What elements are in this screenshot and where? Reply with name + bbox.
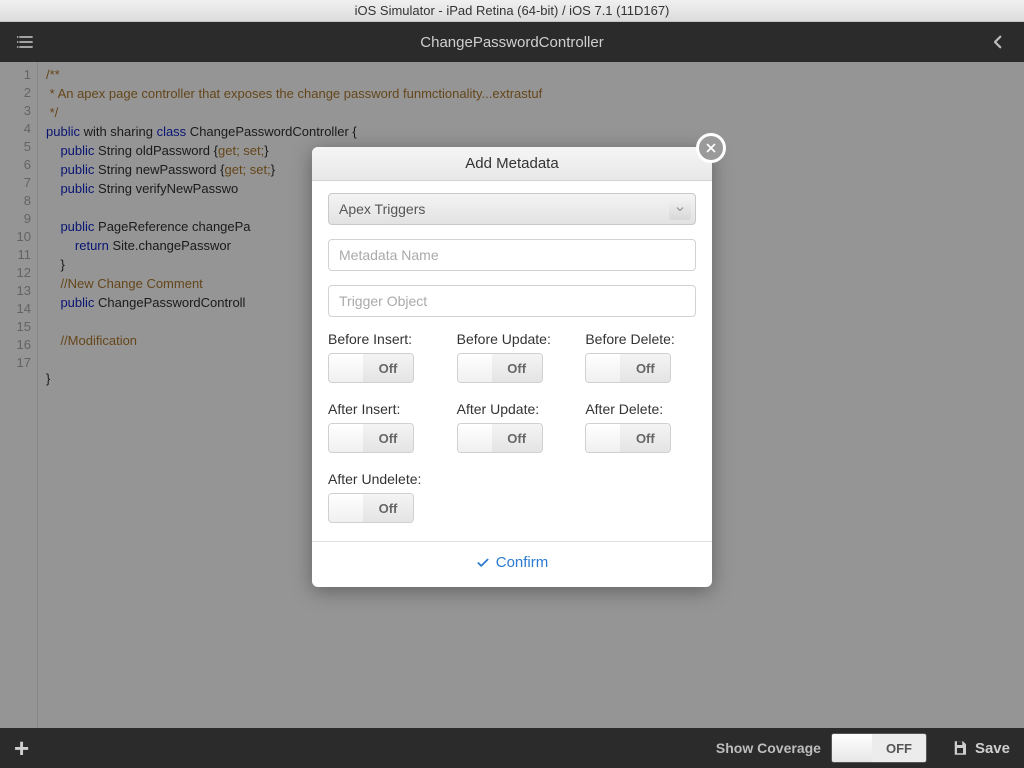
- save-button[interactable]: Save: [951, 739, 1010, 757]
- toggle-state: Off: [620, 354, 670, 382]
- confirm-label: Confirm: [496, 554, 549, 571]
- add-button[interactable]: +: [14, 733, 29, 764]
- toggle-before-delete: Before Delete: Off: [585, 331, 696, 387]
- modal-title: Add Metadata: [312, 147, 712, 181]
- toggle-switch[interactable]: Off: [328, 353, 414, 383]
- toggle-switch[interactable]: Off: [457, 353, 543, 383]
- trigger-object-input[interactable]: [328, 285, 696, 317]
- toggle-label: Before Update:: [457, 331, 568, 347]
- toggle-state: Off: [363, 424, 413, 452]
- toggle-before-update: Before Update: Off: [457, 331, 568, 387]
- toggle-before-insert: Before Insert: Off: [328, 331, 439, 387]
- toggle-state: Off: [363, 354, 413, 382]
- toggle-after-undelete: After Undelete: Off: [328, 471, 439, 527]
- toggle-after-insert: After Insert: Off: [328, 401, 439, 457]
- toggle-after-update: After Update: Off: [457, 401, 568, 457]
- back-chevron-icon[interactable]: [984, 28, 1012, 56]
- menu-list-icon[interactable]: [12, 28, 40, 56]
- macos-window-title: iOS Simulator - iPad Retina (64-bit) / i…: [0, 0, 1024, 22]
- toggle-label: After Insert:: [328, 401, 439, 417]
- app-topbar: ChangePasswordController: [0, 22, 1024, 62]
- save-icon: [951, 739, 969, 757]
- page-title: ChangePasswordController: [40, 34, 984, 51]
- check-icon: [476, 556, 490, 570]
- toggle-label: After Delete:: [585, 401, 696, 417]
- toggle-switch[interactable]: Off: [328, 423, 414, 453]
- toggle-after-delete: After Delete: Off: [585, 401, 696, 457]
- select-value: Apex Triggers: [339, 201, 425, 217]
- coverage-toggle-state: OFF: [872, 734, 926, 762]
- trigger-events-grid: Before Insert: Off Before Update: Off Be…: [328, 331, 696, 533]
- metadata-type-select[interactable]: Apex Triggers: [328, 193, 696, 225]
- coverage-toggle[interactable]: OFF: [831, 733, 927, 763]
- toggle-label: Before Delete:: [585, 331, 696, 347]
- toggle-state: Off: [492, 354, 542, 382]
- toggle-state: Off: [492, 424, 542, 452]
- toggle-switch[interactable]: Off: [585, 423, 671, 453]
- app-bottombar: + Show Coverage OFF Save: [0, 728, 1024, 768]
- save-label: Save: [975, 740, 1010, 757]
- toggle-label: After Undelete:: [328, 471, 439, 487]
- toggle-switch[interactable]: Off: [457, 423, 543, 453]
- toggle-switch[interactable]: Off: [585, 353, 671, 383]
- code-editor: 1 2 3 4 5 6 7 8 9 10 11 12 13 14 15 16 1…: [0, 62, 1024, 728]
- metadata-name-input[interactable]: [328, 239, 696, 271]
- show-coverage-label: Show Coverage: [716, 740, 821, 756]
- confirm-button[interactable]: Confirm: [476, 554, 549, 571]
- toggle-state: Off: [620, 424, 670, 452]
- chevron-down-icon: [669, 198, 691, 220]
- toggle-state: Off: [363, 494, 413, 522]
- add-metadata-modal: Add Metadata Apex Triggers Before Insert…: [312, 147, 712, 587]
- toggle-label: Before Insert:: [328, 331, 439, 347]
- close-icon[interactable]: [696, 133, 726, 163]
- toggle-label: After Update:: [457, 401, 568, 417]
- toggle-switch[interactable]: Off: [328, 493, 414, 523]
